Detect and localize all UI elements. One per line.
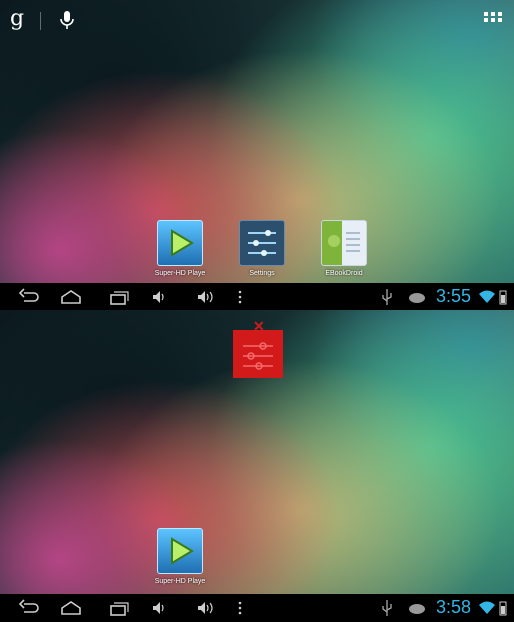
android-debug-icon bbox=[409, 604, 425, 614]
volume-up-icon[interactable] bbox=[195, 598, 217, 618]
app-ebookdroid[interactable]: EBookDroid bbox=[308, 220, 380, 277]
volume-down-icon[interactable] bbox=[150, 287, 170, 307]
ebook-reader-icon bbox=[321, 220, 367, 266]
app-label: Super-HD Playe bbox=[154, 270, 206, 277]
app-settings[interactable]: Settings bbox=[226, 220, 298, 277]
volume-down-icon[interactable] bbox=[150, 598, 170, 618]
google-search-bar[interactable]: g bbox=[0, 0, 100, 40]
search-divider bbox=[40, 12, 41, 30]
back-icon[interactable] bbox=[18, 598, 40, 618]
system-bar-top: 3:55 bbox=[0, 283, 514, 311]
video-player-icon bbox=[157, 528, 203, 574]
app-super-hd-player[interactable]: Super-HD Playe bbox=[144, 528, 216, 585]
app-label: Settings bbox=[249, 270, 275, 277]
microphone-icon[interactable] bbox=[58, 10, 76, 30]
app-label: EBookDroid bbox=[325, 270, 363, 277]
system-bar-bottom: 3:58 bbox=[0, 594, 514, 622]
volume-up-icon[interactable] bbox=[195, 287, 217, 307]
recent-apps-icon[interactable] bbox=[107, 287, 129, 307]
home-icon[interactable] bbox=[60, 598, 82, 618]
wifi-icon bbox=[479, 601, 495, 614]
battery-icon bbox=[499, 601, 507, 616]
recent-apps-icon[interactable] bbox=[107, 598, 129, 618]
usb-icon bbox=[382, 289, 392, 305]
all-apps-icon[interactable] bbox=[484, 12, 502, 26]
battery-icon bbox=[499, 290, 507, 305]
android-debug-icon bbox=[409, 293, 425, 303]
home-screen-before: g Super-HD Playe Settings EBookDroid bbox=[0, 0, 514, 283]
home-screen-after: ✕ Super-HD Playe bbox=[0, 310, 514, 594]
video-player-icon bbox=[157, 220, 203, 266]
usb-icon bbox=[382, 600, 392, 616]
settings-icon bbox=[239, 220, 285, 266]
remove-trash-icon bbox=[243, 342, 273, 370]
menu-overflow-icon[interactable] bbox=[236, 598, 244, 618]
back-icon[interactable] bbox=[18, 287, 40, 307]
home-icon[interactable] bbox=[60, 287, 82, 307]
app-super-hd-player[interactable]: Super-HD Playe bbox=[144, 220, 216, 277]
google-logo[interactable]: g bbox=[10, 6, 24, 31]
remove-drop-target[interactable]: ✕ bbox=[233, 318, 283, 378]
wifi-icon bbox=[479, 290, 495, 303]
clock: 3:58 bbox=[436, 597, 472, 617]
clock: 3:55 bbox=[436, 286, 472, 306]
remove-x-icon: ✕ bbox=[253, 318, 265, 334]
app-label: Super-HD Playe bbox=[154, 578, 206, 585]
menu-overflow-icon[interactable] bbox=[236, 287, 244, 307]
